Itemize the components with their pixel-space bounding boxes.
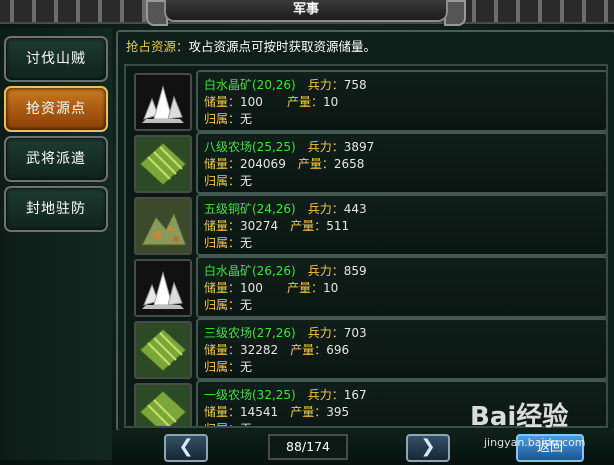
owner-value: 无 <box>240 298 253 312</box>
resource-name: 一级农场(32,25) <box>204 388 296 402</box>
resource-info: 白水晶矿(26,26) 兵力：859 储量：100 产量：10 归属：无 <box>196 256 606 318</box>
watermark-url: jingyan.baidu.com <box>484 436 586 449</box>
reserve-value: 204069 <box>240 157 286 171</box>
output-label: 产量： <box>290 405 327 419</box>
list-item[interactable]: 八级农场(25,25) 兵力：3897 储量：204069 产量：2658 归属… <box>130 132 606 194</box>
resource-list[interactable]: 白水晶矿(20,26) 兵力：758 储量：100 产量：10 归属：无 八级农… <box>124 64 608 428</box>
troops-label: 兵力： <box>307 264 344 278</box>
output-label: 产量： <box>286 95 323 109</box>
owner-label: 归属： <box>204 174 241 188</box>
owner-value: 无 <box>240 112 253 126</box>
troops-value: 3897 <box>343 140 375 154</box>
owner-label: 归属： <box>204 112 241 126</box>
farm-icon <box>134 321 192 379</box>
output-value: 511 <box>326 219 350 233</box>
list-item[interactable]: 三级农场(27,26) 兵力：703 储量：32282 产量：696 归属：无 <box>130 318 606 380</box>
list-item[interactable]: 五级铜矿(24,26) 兵力：443 储量：30274 产量：511 归属：无 <box>130 194 606 256</box>
intro-description: 攻占资源点可按时获取资源储量。 <box>188 39 377 54</box>
troops-value: 443 <box>343 202 367 216</box>
baidu-watermark: Bai经验 jingyan.baidu.com <box>470 396 610 460</box>
troops-label: 兵力： <box>307 326 344 340</box>
copper-mine-icon <box>134 197 192 255</box>
owner-label: 归属： <box>204 422 240 426</box>
resource-name: 白水晶矿(20,26) <box>204 78 296 92</box>
owner-value: 无 <box>240 422 252 426</box>
reserve-value: 14541 <box>240 405 279 419</box>
output-label: 产量： <box>297 157 334 171</box>
owner-label: 归属： <box>204 298 241 312</box>
farm-icon <box>134 383 192 426</box>
resource-info: 白水晶矿(20,26) 兵力：758 储量：100 产量：10 归属：无 <box>196 70 606 132</box>
resource-name: 八级农场(25,25) <box>204 140 296 154</box>
sidebar-item-resource-points[interactable]: 抢资源点 <box>4 86 108 132</box>
sidebar-item-general-dispatch[interactable]: 武将派遣 <box>4 136 108 182</box>
farm-icon <box>134 135 192 193</box>
intro-text: 抢占资源：攻占资源点可按时获取资源储量。 <box>126 36 376 55</box>
troops-value: 758 <box>343 78 367 92</box>
reserve-label: 储量： <box>204 157 241 171</box>
resource-info: 八级农场(25,25) 兵力：3897 储量：204069 产量：2658 归属… <box>196 132 606 194</box>
reserve-value: 100 <box>240 281 263 295</box>
prev-page-button[interactable]: ❮ <box>164 434 208 462</box>
output-label: 产量： <box>286 281 323 295</box>
owner-value: 无 <box>240 174 253 188</box>
resource-name: 白水晶矿(26,26) <box>204 264 296 278</box>
next-page-button[interactable]: ❯ <box>406 434 450 462</box>
reserve-label: 储量： <box>204 405 241 419</box>
watermark-logo: Bai经验 <box>470 402 569 432</box>
list-item[interactable]: 白水晶矿(26,26) 兵力：859 储量：100 产量：10 归属：无 <box>130 256 606 318</box>
owner-label: 归属： <box>204 236 241 250</box>
sidebar-item-bandits[interactable]: 讨伐山贼 <box>4 36 108 82</box>
reserve-label: 储量： <box>204 343 241 357</box>
troops-value: 167 <box>343 388 367 402</box>
crystal-icon <box>134 73 192 131</box>
output-value: 395 <box>326 405 350 419</box>
reserve-value: 30274 <box>240 219 279 233</box>
resource-name: 五级铜矿(24,26) <box>204 202 296 216</box>
page-indicator: 88/174 <box>268 434 348 460</box>
intro-highlight: 抢占资源： <box>126 39 189 54</box>
troops-label: 兵力： <box>307 388 344 402</box>
troops-label: 兵力： <box>307 202 344 216</box>
resource-info: 三级农场(27,26) 兵力：703 储量：32282 产量：696 归属：无 <box>196 318 606 380</box>
owner-label: 归属： <box>204 360 241 374</box>
troops-value: 859 <box>343 264 367 278</box>
reserve-value: 32282 <box>240 343 279 357</box>
sidebar-item-fief-garrison[interactable]: 封地驻防 <box>4 186 108 232</box>
output-value: 696 <box>326 343 350 357</box>
troops-label: 兵力： <box>307 78 344 92</box>
reserve-label: 储量： <box>204 219 241 233</box>
window-title: 军事 <box>164 0 448 22</box>
resource-info: 五级铜矿(24,26) 兵力：443 储量：30274 产量：511 归属：无 <box>196 194 606 256</box>
resource-name: 三级农场(27,26) <box>204 326 296 340</box>
reserve-label: 储量： <box>204 281 241 295</box>
troops-label: 兵力： <box>307 140 344 154</box>
owner-value: 无 <box>240 360 253 374</box>
reserve-label: 储量： <box>204 95 241 109</box>
crystal-icon <box>134 259 192 317</box>
owner-value: 无 <box>240 236 253 250</box>
reserve-value: 100 <box>240 95 263 109</box>
list-item[interactable]: 白水晶矿(20,26) 兵力：758 储量：100 产量：10 归属：无 <box>130 70 606 132</box>
output-label: 产量： <box>290 219 327 233</box>
output-value: 10 <box>322 281 339 295</box>
troops-value: 703 <box>343 326 367 340</box>
output-value: 10 <box>322 95 339 109</box>
output-value: 2658 <box>333 157 365 171</box>
output-label: 产量： <box>290 343 327 357</box>
